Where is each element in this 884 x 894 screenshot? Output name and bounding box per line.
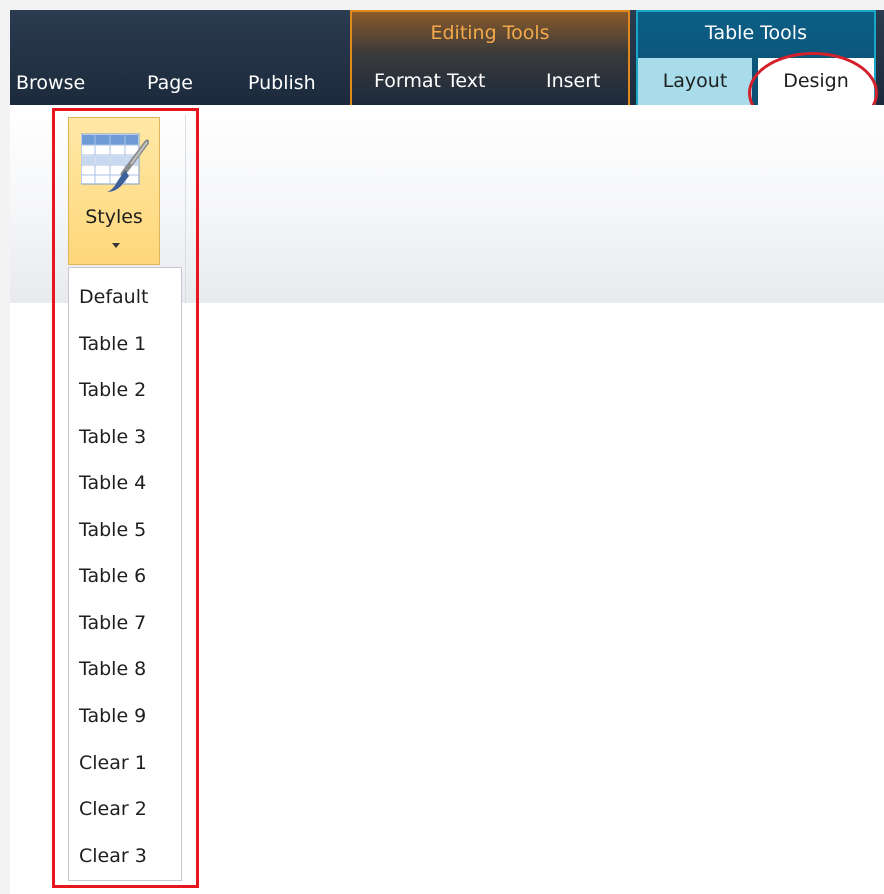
tab-publish[interactable]: Publish (248, 64, 316, 102)
window-left-border (0, 0, 10, 894)
tab-page[interactable]: Page (147, 64, 193, 102)
styles-highlight-box (52, 108, 199, 888)
tab-insert[interactable]: Insert (546, 62, 601, 100)
tab-format-text[interactable]: Format Text (374, 62, 485, 100)
table-tools-label: Table Tools (705, 22, 807, 44)
window-top-border (0, 0, 884, 10)
tab-browse[interactable]: Browse (16, 64, 85, 102)
tab-layout[interactable]: Layout (638, 58, 752, 105)
editing-tools-label: Editing Tools (430, 22, 550, 44)
